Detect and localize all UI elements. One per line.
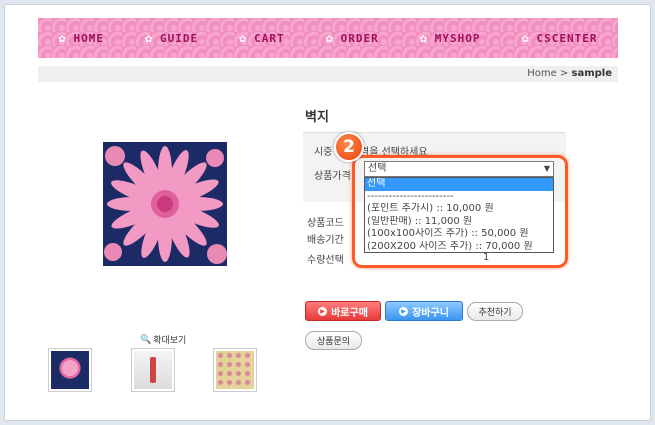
top-nav: HOME GUIDE CART ORDER MYSHOP CSCENTER (38, 18, 618, 58)
flower-icon (326, 32, 338, 44)
notice-prefix: 시중 (314, 147, 333, 158)
nav-myshop[interactable]: MYSHOP (420, 32, 481, 45)
buy-now-label: 바로구매 (331, 307, 368, 319)
buy-now-button[interactable]: ▶ 바로구매 (305, 301, 381, 321)
nav-order[interactable]: ORDER (326, 32, 379, 45)
price-label: 상품가격 (314, 171, 351, 182)
thumbnail-image (51, 351, 89, 389)
breadcrumb: Home > sample (38, 66, 618, 82)
thumbnail-3[interactable] (213, 348, 257, 392)
thumbnail-2[interactable] (131, 348, 175, 392)
product-inquiry-label: 상품문의 (316, 337, 351, 347)
product-title: 벽지 (305, 110, 329, 125)
recommend-button[interactable]: 추천하기 (467, 302, 523, 321)
delivery-label: 배송기간 (307, 235, 344, 246)
recommend-label: 추천하기 (478, 308, 512, 318)
callout-highlight-box (352, 155, 568, 268)
product-code-label: 상품코드 (307, 218, 344, 229)
add-to-cart-button[interactable]: ▶ 장바구니 (385, 301, 463, 321)
thumbnail-1[interactable] (48, 348, 92, 392)
nav-cart[interactable]: CART (239, 32, 285, 45)
flower-icon (145, 32, 157, 44)
breadcrumb-home[interactable]: Home (527, 68, 557, 79)
zoom-link[interactable]: 🔍 확대보기 (140, 333, 187, 347)
nav-home[interactable]: HOME (59, 32, 105, 45)
flower-icon (239, 32, 251, 44)
flower-icon (420, 32, 432, 44)
flower-icon (59, 32, 71, 44)
play-icon: ▶ (399, 306, 409, 316)
play-icon: ▶ (318, 306, 328, 316)
nav-cscenter[interactable]: CSCENTER (522, 32, 598, 45)
magnifier-icon: 🔍 (140, 334, 152, 345)
callout-number-badge: 2 (334, 132, 364, 162)
gerbera-flower-image (104, 146, 227, 264)
product-main-image (103, 142, 227, 266)
nav-guide[interactable]: GUIDE (145, 32, 198, 45)
breadcrumb-separator: > (559, 68, 569, 79)
thumbnail-image (216, 351, 254, 389)
breadcrumb-current: sample (571, 68, 613, 79)
quantity-label: 수량선택 (307, 255, 344, 266)
add-to-cart-label: 장바구니 (412, 307, 449, 319)
flower-icon (522, 32, 534, 44)
zoom-label: 확대보기 (153, 336, 187, 346)
thumbnail-image (134, 351, 172, 389)
product-inquiry-button[interactable]: 상품문의 (305, 331, 362, 350)
